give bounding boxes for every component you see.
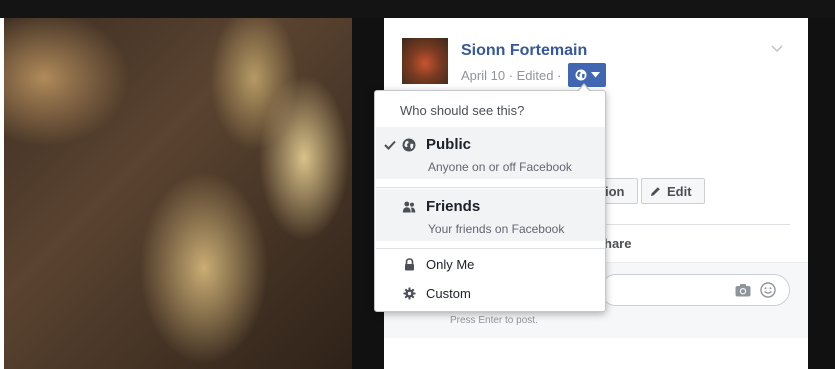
- menu-divider: [376, 187, 605, 188]
- audience-dropdown-menu: Who should see this? Public Anyone on or…: [374, 90, 606, 312]
- option-description: Your friends on Facebook: [428, 222, 565, 236]
- gear-icon: [403, 287, 416, 300]
- option-label: Public: [426, 136, 472, 153]
- pencil-icon: [651, 186, 660, 196]
- globe-icon: [402, 138, 416, 152]
- avatar[interactable]: [402, 38, 448, 84]
- tag-location-label: ion: [605, 183, 625, 199]
- audience-option-only-me[interactable]: Only Me: [376, 251, 605, 279]
- photo-viewer-image[interactable]: [4, 18, 352, 369]
- audience-option-friends[interactable]: Friends Your friends on Facebook: [376, 189, 605, 241]
- globe-icon: [575, 69, 586, 81]
- post-meta: April 10 · Edited ·: [461, 68, 562, 83]
- edit-button[interactable]: Edit: [641, 178, 705, 204]
- dropdown-caret-inner: [578, 85, 590, 92]
- top-bar: [0, 0, 835, 18]
- friends-icon: [402, 201, 416, 213]
- audience-option-public[interactable]: Public Anyone on or off Facebook: [376, 127, 605, 179]
- emoji-icon[interactable]: [760, 282, 776, 298]
- camera-icon[interactable]: [735, 283, 751, 297]
- checkmark-icon: [384, 137, 396, 153]
- edit-label: Edit: [667, 183, 692, 199]
- author-name-link[interactable]: Sionn Fortemain: [461, 42, 587, 60]
- comment-hint: Press Enter to post.: [450, 315, 538, 326]
- post-options-chevron-icon[interactable]: [771, 40, 783, 56]
- menu-divider: [376, 248, 605, 249]
- option-label: Friends: [426, 198, 481, 215]
- share-button[interactable]: hare: [604, 236, 631, 251]
- audience-option-custom[interactable]: Custom: [376, 280, 605, 308]
- option-label: Only Me: [426, 257, 475, 272]
- right-edge: [808, 18, 835, 369]
- dropdown-heading: Who should see this?: [400, 103, 525, 118]
- option-label: Custom: [426, 286, 471, 301]
- chevron-down-icon: [590, 72, 600, 78]
- option-description: Anyone on or off Facebook: [428, 160, 572, 174]
- lock-icon: [405, 258, 414, 271]
